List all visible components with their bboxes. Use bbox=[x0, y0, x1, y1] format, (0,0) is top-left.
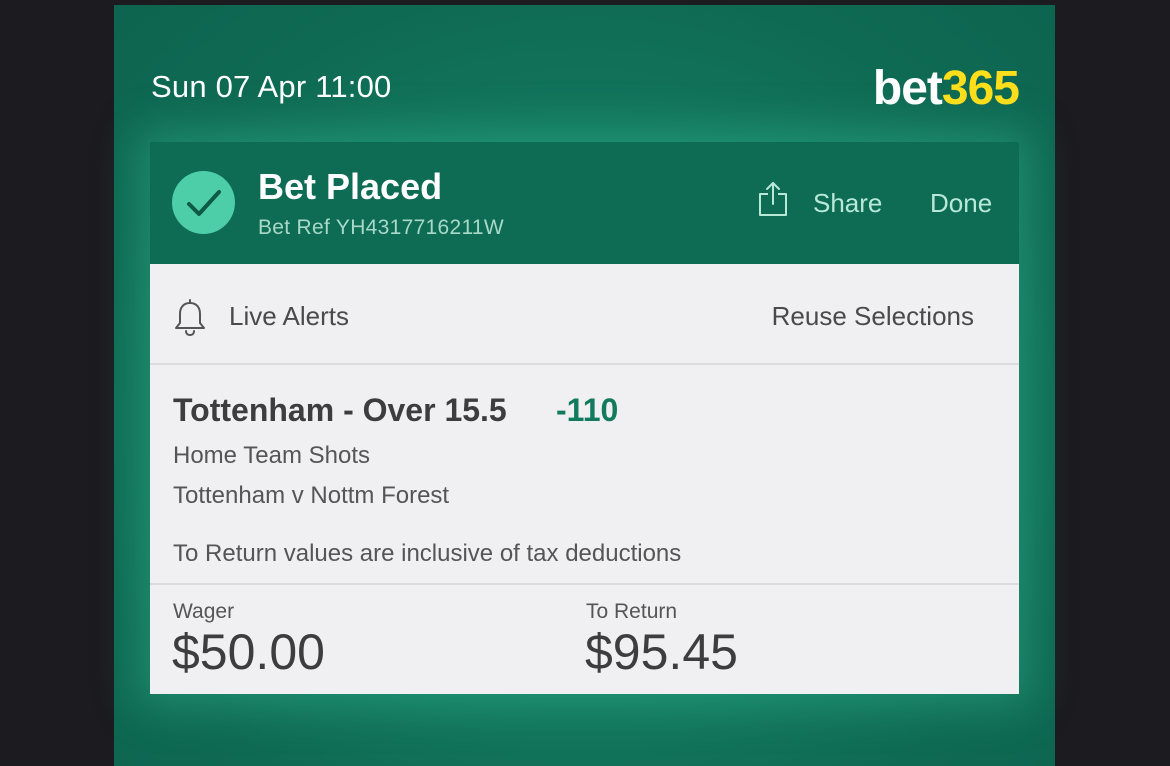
receipt-header: Bet Placed Bet Ref YH4317716211W Share D… bbox=[150, 142, 1019, 264]
event-datetime: Sun 07 Apr 11:00 bbox=[151, 69, 392, 104]
selection-details: Tottenham - Over 15.5 -110 Home Team Sho… bbox=[150, 365, 1019, 585]
bell-icon[interactable] bbox=[173, 299, 207, 342]
tax-note: To Return values are inclusive of tax de… bbox=[173, 540, 682, 567]
page-title: Bet Placed bbox=[258, 166, 443, 207]
logo-text-365: 365 bbox=[941, 62, 1020, 115]
bet-confirmation-screen: Sun 07 Apr 11:00 bet365 Bet Placed Bet R… bbox=[114, 5, 1055, 766]
wager-value: $50.00 bbox=[172, 624, 325, 680]
alerts-row: Live Alerts Reuse Selections bbox=[150, 264, 1019, 365]
reuse-selections-button[interactable]: Reuse Selections bbox=[772, 301, 974, 332]
top-bar: Sun 07 Apr 11:00 bet365 bbox=[151, 62, 1020, 115]
bet-totals: Wager $50.00 To Return $95.45 bbox=[150, 585, 1019, 694]
return-label: To Return bbox=[586, 600, 678, 623]
bet-reference: Bet Ref YH4317716211W bbox=[258, 216, 505, 239]
done-button[interactable]: Done bbox=[930, 188, 992, 219]
live-alerts-button[interactable]: Live Alerts bbox=[229, 301, 349, 332]
share-button[interactable]: Share bbox=[813, 188, 882, 219]
selection-odds: -110 bbox=[556, 392, 619, 428]
logo-text-bet: bet bbox=[872, 62, 943, 115]
bet365-logo: bet365 bbox=[872, 61, 1020, 116]
bet-receipt-card: Bet Placed Bet Ref YH4317716211W Share D… bbox=[150, 142, 1019, 694]
selection-title: Tottenham - Over 15.5 bbox=[173, 392, 507, 428]
checkmark-icon bbox=[172, 171, 235, 234]
wager-label: Wager bbox=[173, 600, 235, 623]
share-icon[interactable] bbox=[757, 180, 789, 223]
return-value: $95.45 bbox=[585, 624, 738, 680]
market-name: Home Team Shots bbox=[173, 442, 370, 469]
fixture-name: Tottenham v Nottm Forest bbox=[173, 482, 450, 509]
